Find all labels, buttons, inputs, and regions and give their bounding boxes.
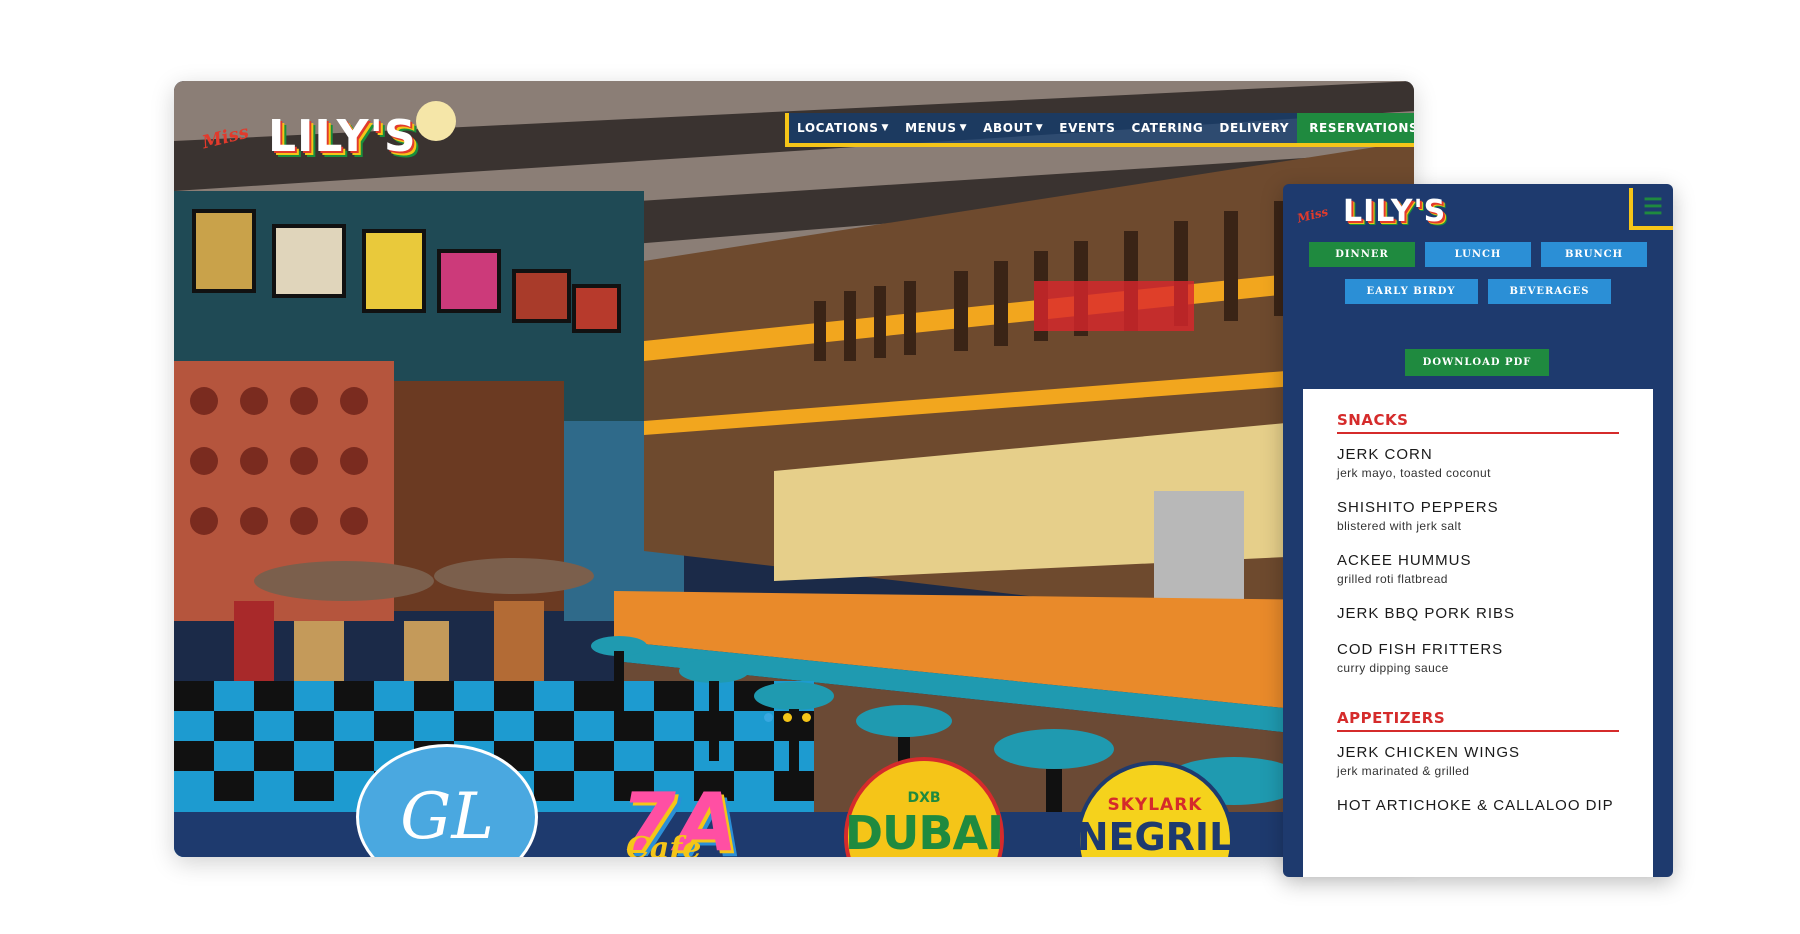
menu-item-name: HOT ARTICHOKE & CALLALOO DIP [1337,797,1614,814]
badge-7a-cafe-text: Cafe [626,831,702,857]
chevron-down-icon: ▼ [959,123,968,133]
menu-item-desc: grilled roti flatbread [1337,572,1448,586]
carousel-dot[interactable] [783,713,792,722]
carousel-dots [764,713,811,722]
tab-early-birdy[interactable]: EARLY BIRDY [1344,279,1478,304]
nav-about-label: ABOUT [983,121,1033,135]
nav-events[interactable]: EVENTS [1051,113,1124,143]
tab-label: BEVERAGES [1509,286,1590,297]
carousel-dot[interactable] [802,713,811,722]
menu-section-appetizers: APPETIZERS JERK CHICKEN WINGS jerk marin… [1303,697,1653,814]
chevron-down-icon: ▼ [881,123,890,133]
menu-item-name: JERK BBQ PORK RIBS [1337,605,1516,622]
menu-item-name: JERK CORN [1337,446,1433,463]
download-pdf-label: DOWNLOAD PDF [1422,357,1532,368]
logo-miss-script: Miss [1295,204,1330,226]
tab-label: LUNCH [1454,249,1502,260]
nav-delivery[interactable]: DELIVERY [1211,113,1298,143]
desktop-website-mockup: Miss LILY'S LOCATIONS ▼ MENUS ▼ ABOUT ▼ EVE… [174,81,1414,857]
nav-about[interactable]: ABOUT ▼ [975,113,1052,143]
menu-item-desc: jerk marinated & grilled [1337,764,1470,778]
hamburger-menu-button[interactable]: ☰ [1629,188,1673,230]
reservations-label: RESERVATIONS [1309,121,1414,135]
badge-negril-main: NEGRIL [1076,815,1234,857]
badge-dubai-top: DXB [907,790,941,806]
menu-item: HOT ARTICHOKE & CALLALOO DIP [1337,797,1619,814]
tab-dinner[interactable]: DINNER [1309,242,1415,267]
section-title: SNACKS [1337,399,1619,434]
menu-item-name: ACKEE HUMMUS [1337,552,1472,569]
tab-beverages[interactable]: BEVERAGES [1487,279,1612,304]
menu-item-desc: blistered with jerk salt [1337,519,1462,533]
carousel-dot[interactable] [764,713,773,722]
section-title: APPETIZERS [1337,697,1619,732]
menu-item-desc: jerk mayo, toasted coconut [1337,466,1491,480]
logo-wordmark: LILY'S [1343,194,1447,229]
nav-menus[interactable]: MENUS ▼ [897,113,976,143]
menu-item: JERK BBQ PORK RIBS [1337,605,1619,622]
nav-locations[interactable]: LOCATIONS ▼ [789,113,898,143]
menu-item: COD FISH FRITTERS curry dipping sauce [1337,641,1619,675]
nav-menus-label: MENUS [905,121,957,135]
hero-bar-photo [174,81,1414,857]
menu-card: SNACKS JERK CORN jerk mayo, toasted coco… [1303,389,1653,877]
tab-label: BRUNCH [1564,249,1624,260]
menu-item-desc: curry dipping sauce [1337,661,1449,675]
badge-negril-top: SKYLARK [1107,795,1203,815]
nav-catering-label: CATERING [1131,121,1204,135]
badge-dubai-main: DUBAI [844,806,1004,857]
tab-brunch[interactable]: BRUNCH [1541,242,1647,267]
main-navigation: LOCATIONS ▼ MENUS ▼ ABOUT ▼ EVENTS CATERING… [785,113,1414,147]
menu-item: SHISHITO PEPPERS blistered with jerk sal… [1337,499,1619,533]
menu-item: JERK CHICKEN WINGS jerk marinated & gril… [1337,744,1619,778]
menu-item-name: JERK CHICKEN WINGS [1337,744,1521,761]
nav-delivery-label: DELIVERY [1219,121,1290,135]
logo-miss-script: Miss [200,121,251,154]
nav-locations-label: LOCATIONS [797,121,879,135]
mobile-site-logo[interactable]: Miss LILY'S [1295,194,1497,234]
nav-catering[interactable]: CATERING [1123,113,1212,143]
tab-label: EARLY BIRDY [1366,286,1456,297]
reservations-button[interactable]: RESERVATIONS [1297,113,1414,143]
menu-section-snacks: SNACKS JERK CORN jerk mayo, toasted coco… [1303,399,1653,675]
menu-item-name: COD FISH FRITTERS [1337,641,1504,658]
site-logo[interactable]: Miss LILY'S [196,107,446,167]
menu-item-name: SHISHITO PEPPERS [1337,499,1499,516]
mobile-menu-mockup: Miss LILY'S ☰ DINNER LUNCH BRUNCH EARLY … [1283,184,1673,877]
badge-gl-text: GL [400,780,494,854]
menu-item: ACKEE HUMMUS grilled roti flatbread [1337,552,1619,586]
download-pdf-button[interactable]: DOWNLOAD PDF [1405,349,1549,376]
nav-events-label: EVENTS [1059,121,1116,135]
menu-item: JERK CORN jerk mayo, toasted coconut [1337,446,1619,480]
logo-wordmark: LILY'S [268,111,417,162]
menu-tabs: DINNER LUNCH BRUNCH EARLY BIRDY BEVERAGE… [1283,242,1673,316]
tab-label: DINNER [1335,249,1389,260]
chevron-down-icon: ▼ [1035,123,1044,133]
hamburger-icon: ☰ [1643,194,1663,219]
tab-lunch[interactable]: LUNCH [1425,242,1531,267]
